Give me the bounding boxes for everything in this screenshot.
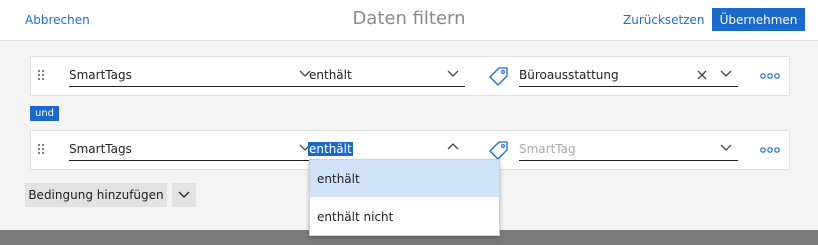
clear-icon[interactable] (697, 70, 707, 80)
chevron-down-icon[interactable] (720, 67, 732, 79)
dropdown-option-not-contains[interactable]: enthält nicht (310, 198, 499, 235)
operator-dropdown: enthält enthält nicht (309, 159, 500, 236)
reset-button[interactable]: Zurücksetzen (623, 13, 705, 27)
field-select-value: SmartTags (69, 142, 132, 156)
field-select-2[interactable]: SmartTags (69, 140, 317, 161)
more-options-icon[interactable] (760, 72, 780, 80)
cancel-button[interactable]: Abbrechen (25, 13, 90, 27)
operator-select-value: enthält (309, 68, 352, 82)
tag-icon (489, 141, 508, 160)
value-select-placeholder: SmartTag (519, 142, 576, 156)
value-select-2[interactable]: SmartTag (519, 140, 738, 161)
dialog-header: Abbrechen Daten filtern Zurücksetzen Übe… (0, 0, 818, 41)
chevron-down-icon (447, 70, 459, 77)
chevron-down-icon (178, 190, 190, 198)
drag-handle-icon[interactable] (38, 144, 50, 156)
more-options-icon[interactable] (760, 146, 780, 154)
condition-row-1: SmartTags enthält Büroausstattung (30, 56, 790, 96)
chevron-down-icon[interactable] (720, 141, 732, 153)
value-select-value: Büroausstattung (519, 68, 619, 82)
apply-button[interactable]: Übernehmen (712, 8, 805, 31)
operator-select-1[interactable]: enthält (309, 66, 465, 87)
drag-handle-icon[interactable] (38, 70, 50, 82)
operator-select-2[interactable]: enthält (308, 140, 465, 161)
tag-icon (489, 67, 508, 86)
field-select-1[interactable]: SmartTags (69, 66, 317, 87)
add-condition-menu-button[interactable] (172, 183, 196, 207)
add-condition-button[interactable]: Bedingung hinzufügen (25, 183, 167, 207)
chevron-up-icon (447, 143, 459, 150)
operator-select-value: enthält (308, 142, 353, 156)
value-select-1[interactable]: Büroausstattung (519, 66, 738, 87)
dropdown-option-contains[interactable]: enthält (310, 160, 499, 197)
field-select-value: SmartTags (69, 68, 132, 82)
connector-badge[interactable]: und (30, 106, 59, 121)
